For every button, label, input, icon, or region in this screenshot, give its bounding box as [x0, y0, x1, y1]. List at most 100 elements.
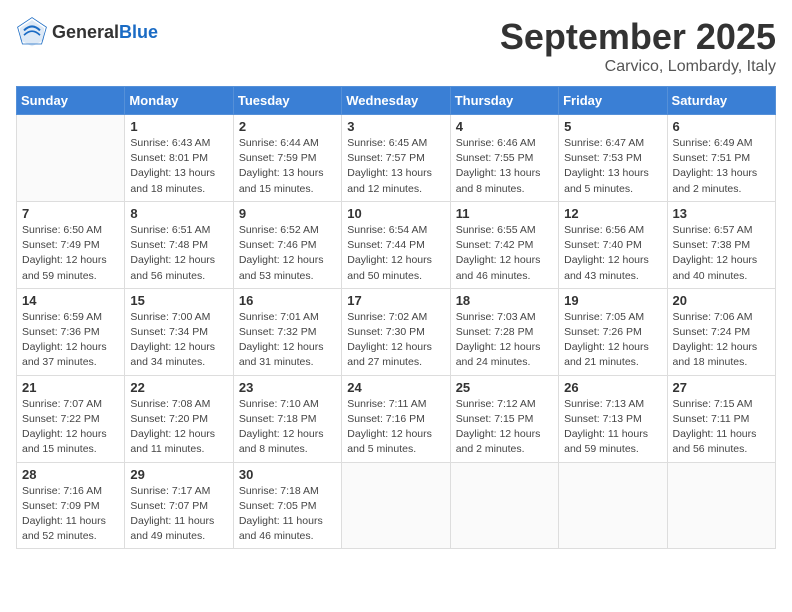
logo-icon	[16, 16, 48, 48]
day-number: 8	[130, 206, 227, 221]
day-number: 21	[22, 380, 119, 395]
calendar-cell: 20 Sunrise: 7:06 AM Sunset: 7:24 PM Dayli…	[667, 288, 775, 375]
day-number: 16	[239, 293, 336, 308]
day-number: 22	[130, 380, 227, 395]
weekday-header-tuesday: Tuesday	[233, 87, 341, 115]
calendar-cell: 21 Sunrise: 7:07 AM Sunset: 7:22 PM Dayli…	[17, 375, 125, 462]
calendar-cell: 12Sunrise: 6:56 AM Sunset: 7:40 PM Dayli…	[559, 201, 667, 288]
day-number: 6	[673, 119, 770, 134]
day-number: 11	[456, 206, 553, 221]
day-number: 19	[564, 293, 661, 308]
day-info: Sunrise: 7:07 AM Sunset: 7:22 PM Dayligh…	[22, 397, 119, 458]
calendar-cell: 10 Sunrise: 6:54 AM Sunset: 7:44 PM Dayli…	[342, 201, 450, 288]
day-number: 5	[564, 119, 661, 134]
day-info: Sunrise: 7:06 AM Sunset: 7:24 PM Dayligh…	[673, 310, 770, 371]
day-info: Sunrise: 6:50 AM Sunset: 7:49 PM Dayligh…	[22, 223, 119, 284]
day-number: 9	[239, 206, 336, 221]
weekday-header-monday: Monday	[125, 87, 233, 115]
calendar-cell	[342, 462, 450, 549]
day-number: 14	[22, 293, 119, 308]
calendar-cell: 9Sunrise: 6:52 AM Sunset: 7:46 PM Daylig…	[233, 201, 341, 288]
calendar-body: 1Sunrise: 6:43 AM Sunset: 8:01 PM Daylig…	[17, 115, 776, 549]
calendar-cell: 17 Sunrise: 7:02 AM Sunset: 7:30 PM Dayli…	[342, 288, 450, 375]
calendar-cell: 16 Sunrise: 7:01 AM Sunset: 7:32 PM Dayli…	[233, 288, 341, 375]
calendar-cell: 11 Sunrise: 6:55 AM Sunset: 7:42 PM Dayli…	[450, 201, 558, 288]
day-number: 29	[130, 467, 227, 482]
day-number: 4	[456, 119, 553, 134]
day-number: 26	[564, 380, 661, 395]
location-subtitle: Carvico, Lombardy, Italy	[500, 58, 776, 76]
day-info: Sunrise: 6:47 AM Sunset: 7:53 PM Dayligh…	[564, 136, 661, 197]
calendar-cell: 25 Sunrise: 7:12 AM Sunset: 7:15 PM Dayli…	[450, 375, 558, 462]
day-info: Sunrise: 6:54 AM Sunset: 7:44 PM Dayligh…	[347, 223, 444, 284]
day-info: Sunrise: 6:49 AM Sunset: 7:51 PM Dayligh…	[673, 136, 770, 197]
day-number: 30	[239, 467, 336, 482]
day-info: Sunrise: 7:12 AM Sunset: 7:15 PM Dayligh…	[456, 397, 553, 458]
day-number: 13	[673, 206, 770, 221]
day-info: Sunrise: 6:44 AM Sunset: 7:59 PM Dayligh…	[239, 136, 336, 197]
day-number: 17	[347, 293, 444, 308]
calendar-cell: 3 Sunrise: 6:45 AM Sunset: 7:57 PM Daylig…	[342, 115, 450, 202]
logo: GeneralBlue	[16, 16, 158, 48]
day-number: 23	[239, 380, 336, 395]
calendar-cell: 2 Sunrise: 6:44 AM Sunset: 7:59 PM Daylig…	[233, 115, 341, 202]
day-info: Sunrise: 7:08 AM Sunset: 7:20 PM Dayligh…	[130, 397, 227, 458]
day-number: 3	[347, 119, 444, 134]
calendar-cell: 27Sunrise: 7:15 AM Sunset: 7:11 PM Dayli…	[667, 375, 775, 462]
calendar-cell	[450, 462, 558, 549]
day-info: Sunrise: 6:55 AM Sunset: 7:42 PM Dayligh…	[456, 223, 553, 284]
weekday-header-row: SundayMondayTuesdayWednesdayThursdayFrid…	[17, 87, 776, 115]
month-title: September 2025	[500, 16, 776, 58]
weekday-header-saturday: Saturday	[667, 87, 775, 115]
day-info: Sunrise: 7:01 AM Sunset: 7:32 PM Dayligh…	[239, 310, 336, 371]
day-number: 7	[22, 206, 119, 221]
calendar-cell: 19 Sunrise: 7:05 AM Sunset: 7:26 PM Dayli…	[559, 288, 667, 375]
day-info: Sunrise: 7:02 AM Sunset: 7:30 PM Dayligh…	[347, 310, 444, 371]
day-info: Sunrise: 6:59 AM Sunset: 7:36 PM Dayligh…	[22, 310, 119, 371]
calendar-cell: 18Sunrise: 7:03 AM Sunset: 7:28 PM Dayli…	[450, 288, 558, 375]
day-info: Sunrise: 7:05 AM Sunset: 7:26 PM Dayligh…	[564, 310, 661, 371]
calendar-cell	[667, 462, 775, 549]
logo-text: GeneralBlue	[52, 22, 158, 43]
day-info: Sunrise: 7:17 AM Sunset: 7:07 PM Dayligh…	[130, 484, 227, 545]
day-number: 10	[347, 206, 444, 221]
day-info: Sunrise: 6:57 AM Sunset: 7:38 PM Dayligh…	[673, 223, 770, 284]
day-info: Sunrise: 7:13 AM Sunset: 7:13 PM Dayligh…	[564, 397, 661, 458]
calendar-cell: 15Sunrise: 7:00 AM Sunset: 7:34 PM Dayli…	[125, 288, 233, 375]
day-info: Sunrise: 7:10 AM Sunset: 7:18 PM Dayligh…	[239, 397, 336, 458]
day-number: 12	[564, 206, 661, 221]
logo-general: General	[52, 22, 119, 42]
calendar-cell: 22 Sunrise: 7:08 AM Sunset: 7:20 PM Dayli…	[125, 375, 233, 462]
calendar-week-row: 14 Sunrise: 6:59 AM Sunset: 7:36 PM Dayli…	[17, 288, 776, 375]
day-number: 24	[347, 380, 444, 395]
calendar-cell	[559, 462, 667, 549]
calendar-header: SundayMondayTuesdayWednesdayThursdayFrid…	[17, 87, 776, 115]
calendar-cell: 23 Sunrise: 7:10 AM Sunset: 7:18 PM Dayli…	[233, 375, 341, 462]
calendar-cell: 6 Sunrise: 6:49 AM Sunset: 7:51 PM Daylig…	[667, 115, 775, 202]
day-info: Sunrise: 6:45 AM Sunset: 7:57 PM Dayligh…	[347, 136, 444, 197]
day-info: Sunrise: 7:11 AM Sunset: 7:16 PM Dayligh…	[347, 397, 444, 458]
day-info: Sunrise: 7:16 AM Sunset: 7:09 PM Dayligh…	[22, 484, 119, 545]
calendar-cell: 4Sunrise: 6:46 AM Sunset: 7:55 PM Daylig…	[450, 115, 558, 202]
calendar-week-row: 1Sunrise: 6:43 AM Sunset: 8:01 PM Daylig…	[17, 115, 776, 202]
day-number: 15	[130, 293, 227, 308]
calendar-cell: 28Sunrise: 7:16 AM Sunset: 7:09 PM Dayli…	[17, 462, 125, 549]
weekday-header-wednesday: Wednesday	[342, 87, 450, 115]
calendar-table: SundayMondayTuesdayWednesdayThursdayFrid…	[16, 86, 776, 549]
calendar-week-row: 7 Sunrise: 6:50 AM Sunset: 7:49 PM Daylig…	[17, 201, 776, 288]
weekday-header-friday: Friday	[559, 87, 667, 115]
logo-blue: Blue	[119, 22, 158, 42]
day-number: 2	[239, 119, 336, 134]
day-number: 1	[130, 119, 227, 134]
weekday-header-thursday: Thursday	[450, 87, 558, 115]
day-info: Sunrise: 7:18 AM Sunset: 7:05 PM Dayligh…	[239, 484, 336, 545]
calendar-cell: 13 Sunrise: 6:57 AM Sunset: 7:38 PM Dayli…	[667, 201, 775, 288]
day-number: 25	[456, 380, 553, 395]
day-number: 18	[456, 293, 553, 308]
day-number: 20	[673, 293, 770, 308]
page-header: GeneralBlue September 2025 Carvico, Lomb…	[16, 16, 776, 76]
calendar-cell: 7 Sunrise: 6:50 AM Sunset: 7:49 PM Daylig…	[17, 201, 125, 288]
title-block: September 2025 Carvico, Lombardy, Italy	[500, 16, 776, 76]
calendar-cell: 30 Sunrise: 7:18 AM Sunset: 7:05 PM Dayli…	[233, 462, 341, 549]
day-info: Sunrise: 6:51 AM Sunset: 7:48 PM Dayligh…	[130, 223, 227, 284]
